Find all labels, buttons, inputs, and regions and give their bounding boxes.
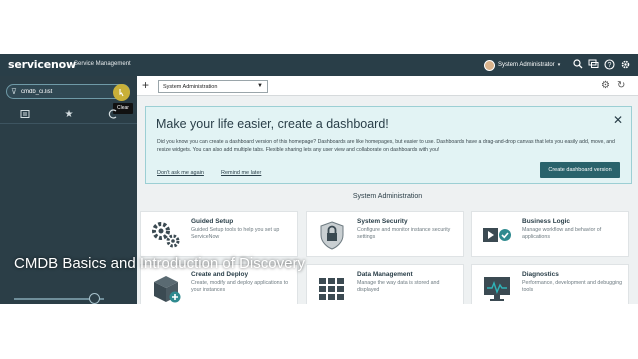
clock-icon[interactable] bbox=[106, 109, 120, 121]
dashboard-select[interactable]: System Administration ▼ bbox=[158, 80, 268, 93]
box-add-icon bbox=[154, 276, 181, 303]
product-name: Service Management bbox=[74, 61, 131, 67]
filter-icon: ⊽ bbox=[11, 87, 17, 96]
card-business-logic[interactable]: Business Logic Manage workflow and behav… bbox=[471, 211, 629, 257]
play-check-icon bbox=[483, 228, 511, 242]
gears-icon bbox=[152, 222, 180, 248]
chat-icon[interactable] bbox=[588, 59, 599, 70]
card-title: Guided Setup bbox=[191, 218, 234, 225]
section-title: System Administration bbox=[352, 193, 423, 200]
navigator-resize-handle[interactable] bbox=[89, 293, 100, 304]
monitor-icon bbox=[484, 277, 510, 301]
chevron-down-icon: ▼ bbox=[257, 83, 263, 89]
card-guided-setup[interactable]: Guided Setup Guided Setup tools to help … bbox=[140, 211, 298, 257]
dashboard-promo-banner: Make your life easier, create a dashboar… bbox=[145, 106, 632, 184]
clear-button[interactable] bbox=[113, 84, 130, 101]
card-diagnostics[interactable]: Diagnostics Performance, development and… bbox=[471, 264, 629, 304]
card-description: Guided Setup tools to help you set up Se… bbox=[191, 227, 280, 240]
video-caption: CMDB Basics and Introduction of Discover… bbox=[14, 255, 305, 272]
user-name: System Administrator bbox=[498, 62, 555, 68]
card-data-management[interactable]: Data Management Manage the way data is s… bbox=[306, 264, 464, 304]
filter-navigator[interactable]: ⊽ bbox=[6, 84, 130, 99]
chevron-down-icon: ▾ bbox=[557, 62, 561, 68]
dashboard-select-value: System Administration bbox=[163, 84, 218, 90]
svg-text:?: ? bbox=[608, 62, 612, 69]
shield-icon bbox=[320, 221, 344, 250]
star-icon[interactable]: ★ bbox=[62, 109, 76, 121]
card-description: Performance, development and debugging t… bbox=[522, 280, 623, 293]
gear-icon[interactable] bbox=[620, 59, 631, 70]
grid-icon bbox=[319, 278, 344, 300]
history-icon[interactable] bbox=[18, 109, 32, 121]
filter-input[interactable] bbox=[21, 87, 111, 97]
banner-body: Did you know you can create a dashboard … bbox=[157, 139, 615, 153]
user-menu[interactable]: System Administrator ▾ bbox=[484, 58, 560, 72]
servicenow-logo[interactable]: servicenow bbox=[8, 58, 76, 71]
close-icon[interactable]: ✕ bbox=[613, 113, 623, 127]
card-title: Diagnostics bbox=[522, 271, 559, 278]
card-system-security[interactable]: System Security Configure and monitor in… bbox=[306, 211, 464, 257]
card-description: Manage the way data is stored and displa… bbox=[357, 280, 440, 293]
card-title: Create and Deploy bbox=[191, 271, 249, 278]
top-header: servicenow Service Management System Adm… bbox=[0, 54, 638, 76]
app-window: servicenow Service Management System Adm… bbox=[0, 54, 638, 304]
gear-icon[interactable]: ⚙ bbox=[601, 80, 610, 92]
search-icon[interactable] bbox=[572, 59, 583, 70]
refresh-icon[interactable]: ↻ bbox=[617, 80, 625, 92]
create-dashboard-button[interactable]: Create dashboard version bbox=[540, 162, 620, 178]
remind-later-link[interactable]: Remind me later bbox=[221, 170, 261, 176]
dashboard-tabbar: + System Administration ▼ ⚙ ↻ bbox=[137, 76, 638, 96]
add-button[interactable]: + bbox=[142, 79, 149, 92]
card-title: Business Logic bbox=[522, 218, 571, 225]
card-description: Manage workflow and behavior of applicat… bbox=[522, 227, 602, 240]
dont-ask-again-link[interactable]: Don't ask me again bbox=[157, 170, 204, 176]
navigator-tabs: ★ bbox=[0, 106, 137, 124]
card-description: Configure and monitor instance security … bbox=[357, 227, 451, 240]
card-description: Create, modify and deploy applications t… bbox=[191, 280, 289, 293]
card-title: Data Management bbox=[357, 271, 413, 278]
help-icon[interactable]: ? bbox=[604, 59, 615, 70]
banner-title: Make your life easier, create a dashboar… bbox=[156, 117, 389, 131]
card-title: System Security bbox=[357, 218, 408, 225]
avatar bbox=[484, 59, 495, 71]
